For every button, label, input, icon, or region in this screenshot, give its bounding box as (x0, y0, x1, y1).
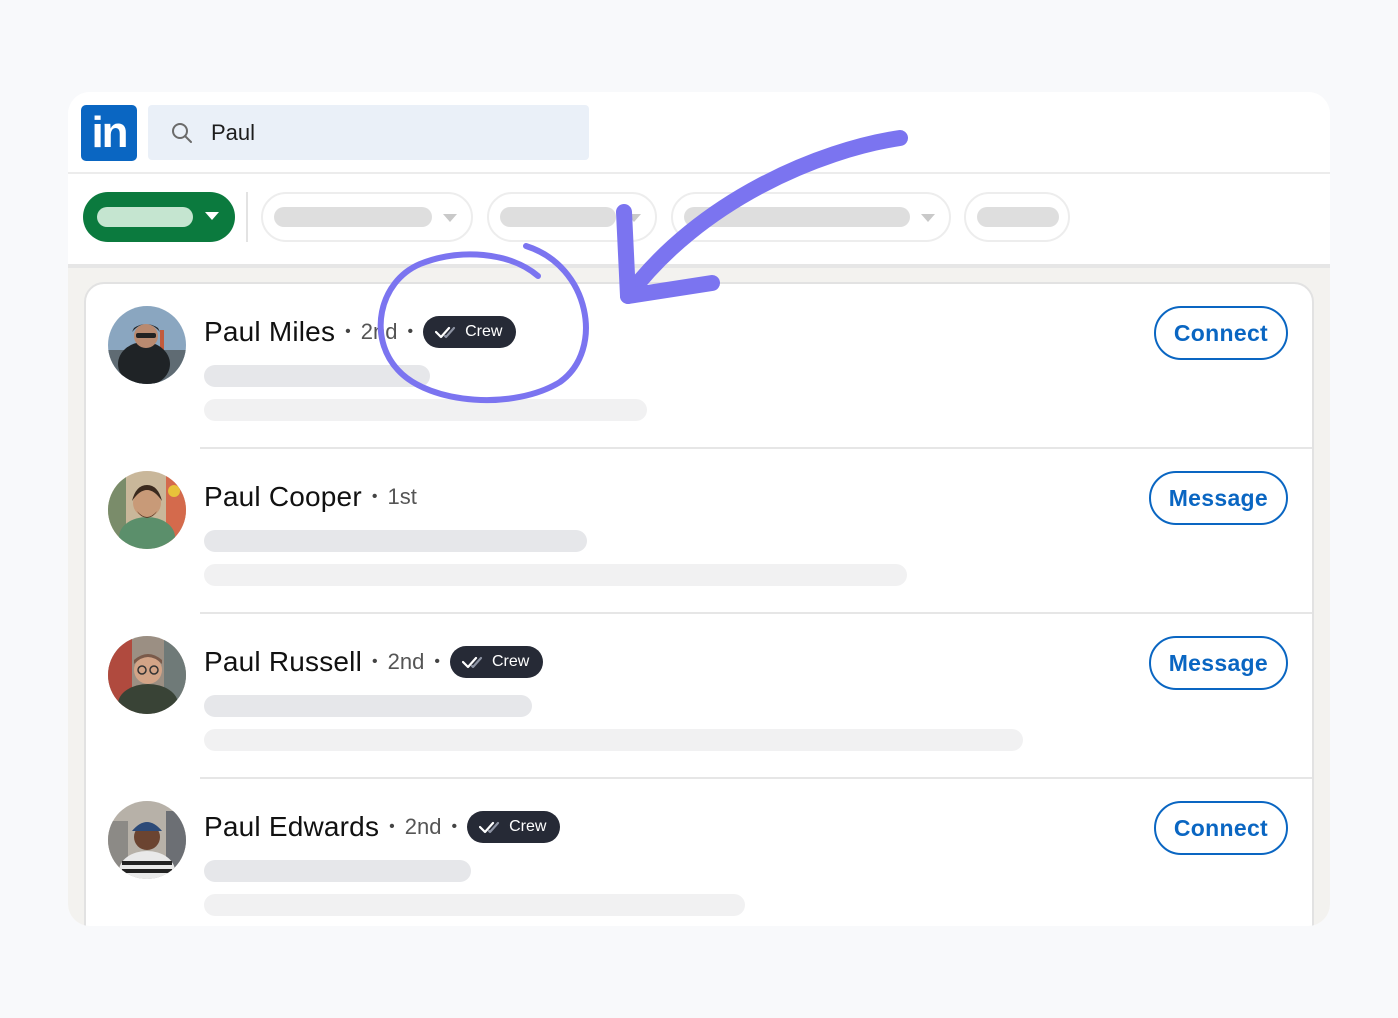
double-check-icon (435, 326, 456, 339)
list-item[interactable]: Paul Cooper • 1st Message (86, 449, 1312, 614)
filter-divider (246, 192, 248, 242)
separator-dot: • (345, 323, 351, 340)
linkedin-window: in Paul Paul Miles • 2nd • Crew Connect … (68, 92, 1330, 926)
chevron-down-icon (627, 214, 641, 222)
search-results-list: Paul Miles • 2nd • Crew Connect Paul Coo… (84, 282, 1314, 926)
message-button[interactable]: Message (1148, 636, 1288, 690)
separator-dot: • (389, 818, 395, 835)
crew-badge: Crew (423, 316, 517, 348)
filter-label-placeholder (274, 207, 432, 227)
double-check-icon (479, 821, 500, 834)
avatar[interactable] (108, 801, 186, 879)
crew-badge: Crew (449, 646, 544, 678)
linkedin-logo[interactable]: in (81, 105, 137, 161)
avatar[interactable] (108, 471, 186, 549)
separator-dot: • (407, 323, 414, 340)
connect-button[interactable]: Connect (1153, 306, 1288, 360)
person-name[interactable]: Paul Cooper (204, 481, 362, 513)
headline-placeholder (204, 695, 532, 717)
filter-pill-1[interactable] (261, 192, 473, 242)
list-item[interactable]: Paul Russell • 2nd • Crew Message (86, 614, 1312, 779)
top-bar: in Paul (68, 92, 1330, 174)
double-check-icon (461, 656, 483, 669)
connection-degree: 1st (387, 484, 417, 509)
connection-degree: 2nd (360, 319, 398, 344)
result-heading: Paul Cooper • 1st (204, 477, 417, 517)
badge-label: Crew (465, 323, 503, 340)
avatar[interactable] (108, 306, 186, 384)
headline-placeholder (204, 860, 471, 882)
filter-label-placeholder (97, 207, 193, 227)
badge-label: Crew (509, 818, 547, 835)
chevron-down-icon (205, 212, 219, 220)
location-placeholder (204, 729, 1023, 751)
location-placeholder (204, 894, 745, 916)
search-icon (172, 123, 192, 143)
connection-degree: 2nd (404, 814, 442, 839)
result-heading: Paul Edwards • 2nd • Crew (204, 807, 561, 847)
list-item[interactable]: Paul Edwards • 2nd • Crew Connect (86, 779, 1312, 926)
filter-label-placeholder (977, 207, 1059, 227)
location-placeholder (204, 399, 647, 421)
headline-placeholder (204, 530, 587, 552)
avatar[interactable] (108, 636, 186, 714)
person-name[interactable]: Paul Russell (204, 646, 362, 678)
chevron-down-icon (443, 214, 457, 222)
crew-badge: Crew (467, 811, 561, 843)
filter-people-active[interactable] (83, 192, 235, 242)
filter-pill-3[interactable] (671, 192, 951, 242)
search-query[interactable]: Paul (211, 105, 255, 160)
separator-dot: • (451, 818, 458, 835)
separator-dot: • (434, 653, 440, 670)
location-placeholder (204, 564, 907, 586)
filter-pill-2[interactable] (487, 192, 657, 242)
filter-bar (68, 176, 1330, 264)
badge-label: Crew (491, 653, 530, 670)
filter-label-placeholder (500, 207, 616, 227)
person-name[interactable]: Paul Miles (204, 316, 335, 348)
search-input[interactable]: Paul (148, 105, 589, 160)
result-heading: Paul Russell • 2nd • Crew (204, 642, 544, 682)
filter-pill-4[interactable] (964, 192, 1070, 242)
connection-degree: 2nd (387, 649, 425, 674)
message-button[interactable]: Message (1148, 471, 1288, 525)
separator-dot: • (371, 488, 378, 505)
connect-button[interactable]: Connect (1153, 801, 1288, 855)
filter-label-placeholder (684, 207, 910, 227)
headline-placeholder (204, 365, 430, 387)
separator-dot: • (372, 653, 378, 670)
chevron-down-icon (921, 214, 935, 222)
result-heading: Paul Miles • 2nd • Crew (204, 312, 517, 352)
list-item[interactable]: Paul Miles • 2nd • Crew Connect (86, 284, 1312, 449)
person-name[interactable]: Paul Edwards (204, 811, 379, 843)
